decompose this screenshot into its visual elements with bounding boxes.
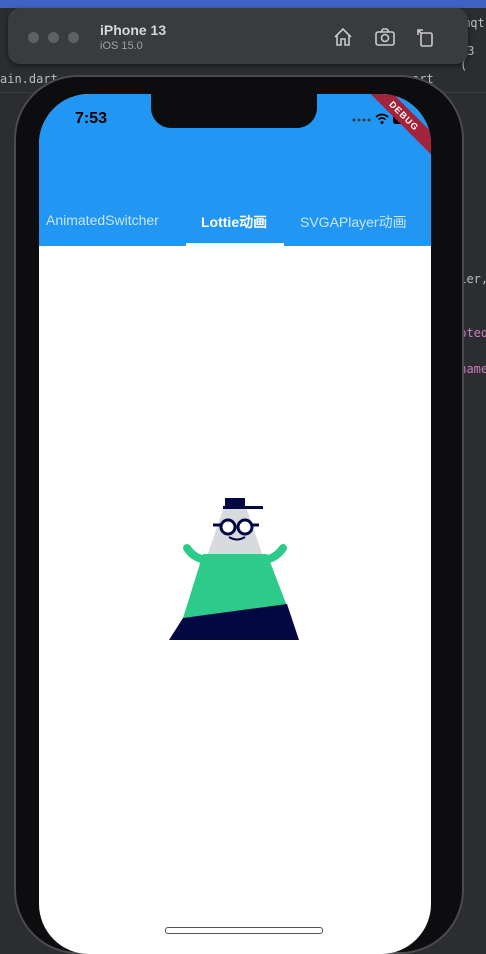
lottie-animation bbox=[169, 498, 299, 640]
zoom-window-button[interactable] bbox=[68, 32, 79, 43]
tab-lottie[interactable]: Lottie动画 bbox=[201, 212, 267, 232]
close-window-button[interactable] bbox=[28, 32, 39, 43]
home-indicator[interactable] bbox=[165, 927, 323, 934]
tab-svgaplayer[interactable]: SVGAPlayer动画 bbox=[300, 212, 407, 232]
rotate-icon[interactable] bbox=[414, 26, 436, 48]
device-name: iPhone 13 bbox=[100, 22, 167, 38]
tab-indicator bbox=[186, 243, 284, 246]
os-version: iOS 15.0 bbox=[100, 40, 143, 52]
home-icon[interactable] bbox=[332, 26, 354, 48]
simulator-toolbar: iPhone 13 iOS 15.0 bbox=[8, 8, 468, 64]
tab-animated-switcher[interactable]: AnimatedSwitcher bbox=[46, 212, 159, 228]
signal-dots-icon bbox=[352, 118, 371, 122]
wifi-icon bbox=[375, 113, 389, 124]
debug-banner: DEBUG bbox=[359, 94, 431, 161]
notch bbox=[151, 94, 317, 128]
figure-hat-brim bbox=[223, 506, 263, 509]
app-screen: 7:53 DEBUG AnimatedSwitcher Lottie动画 SVG… bbox=[39, 94, 431, 954]
minimize-window-button[interactable] bbox=[48, 32, 59, 43]
app-bar: 7:53 DEBUG AnimatedSwitcher Lottie动画 SVG… bbox=[39, 94, 431, 246]
tab-bar: AnimatedSwitcher Lottie动画 SVGAPlayer动画 bbox=[39, 202, 431, 246]
ide-accent-bar bbox=[0, 0, 486, 8]
screenshot-icon[interactable] bbox=[374, 26, 396, 48]
figure-glasses-right bbox=[236, 518, 254, 536]
figure-hat bbox=[225, 498, 245, 506]
figure-glasses-left bbox=[219, 518, 237, 536]
status-time: 7:53 bbox=[75, 110, 108, 127]
